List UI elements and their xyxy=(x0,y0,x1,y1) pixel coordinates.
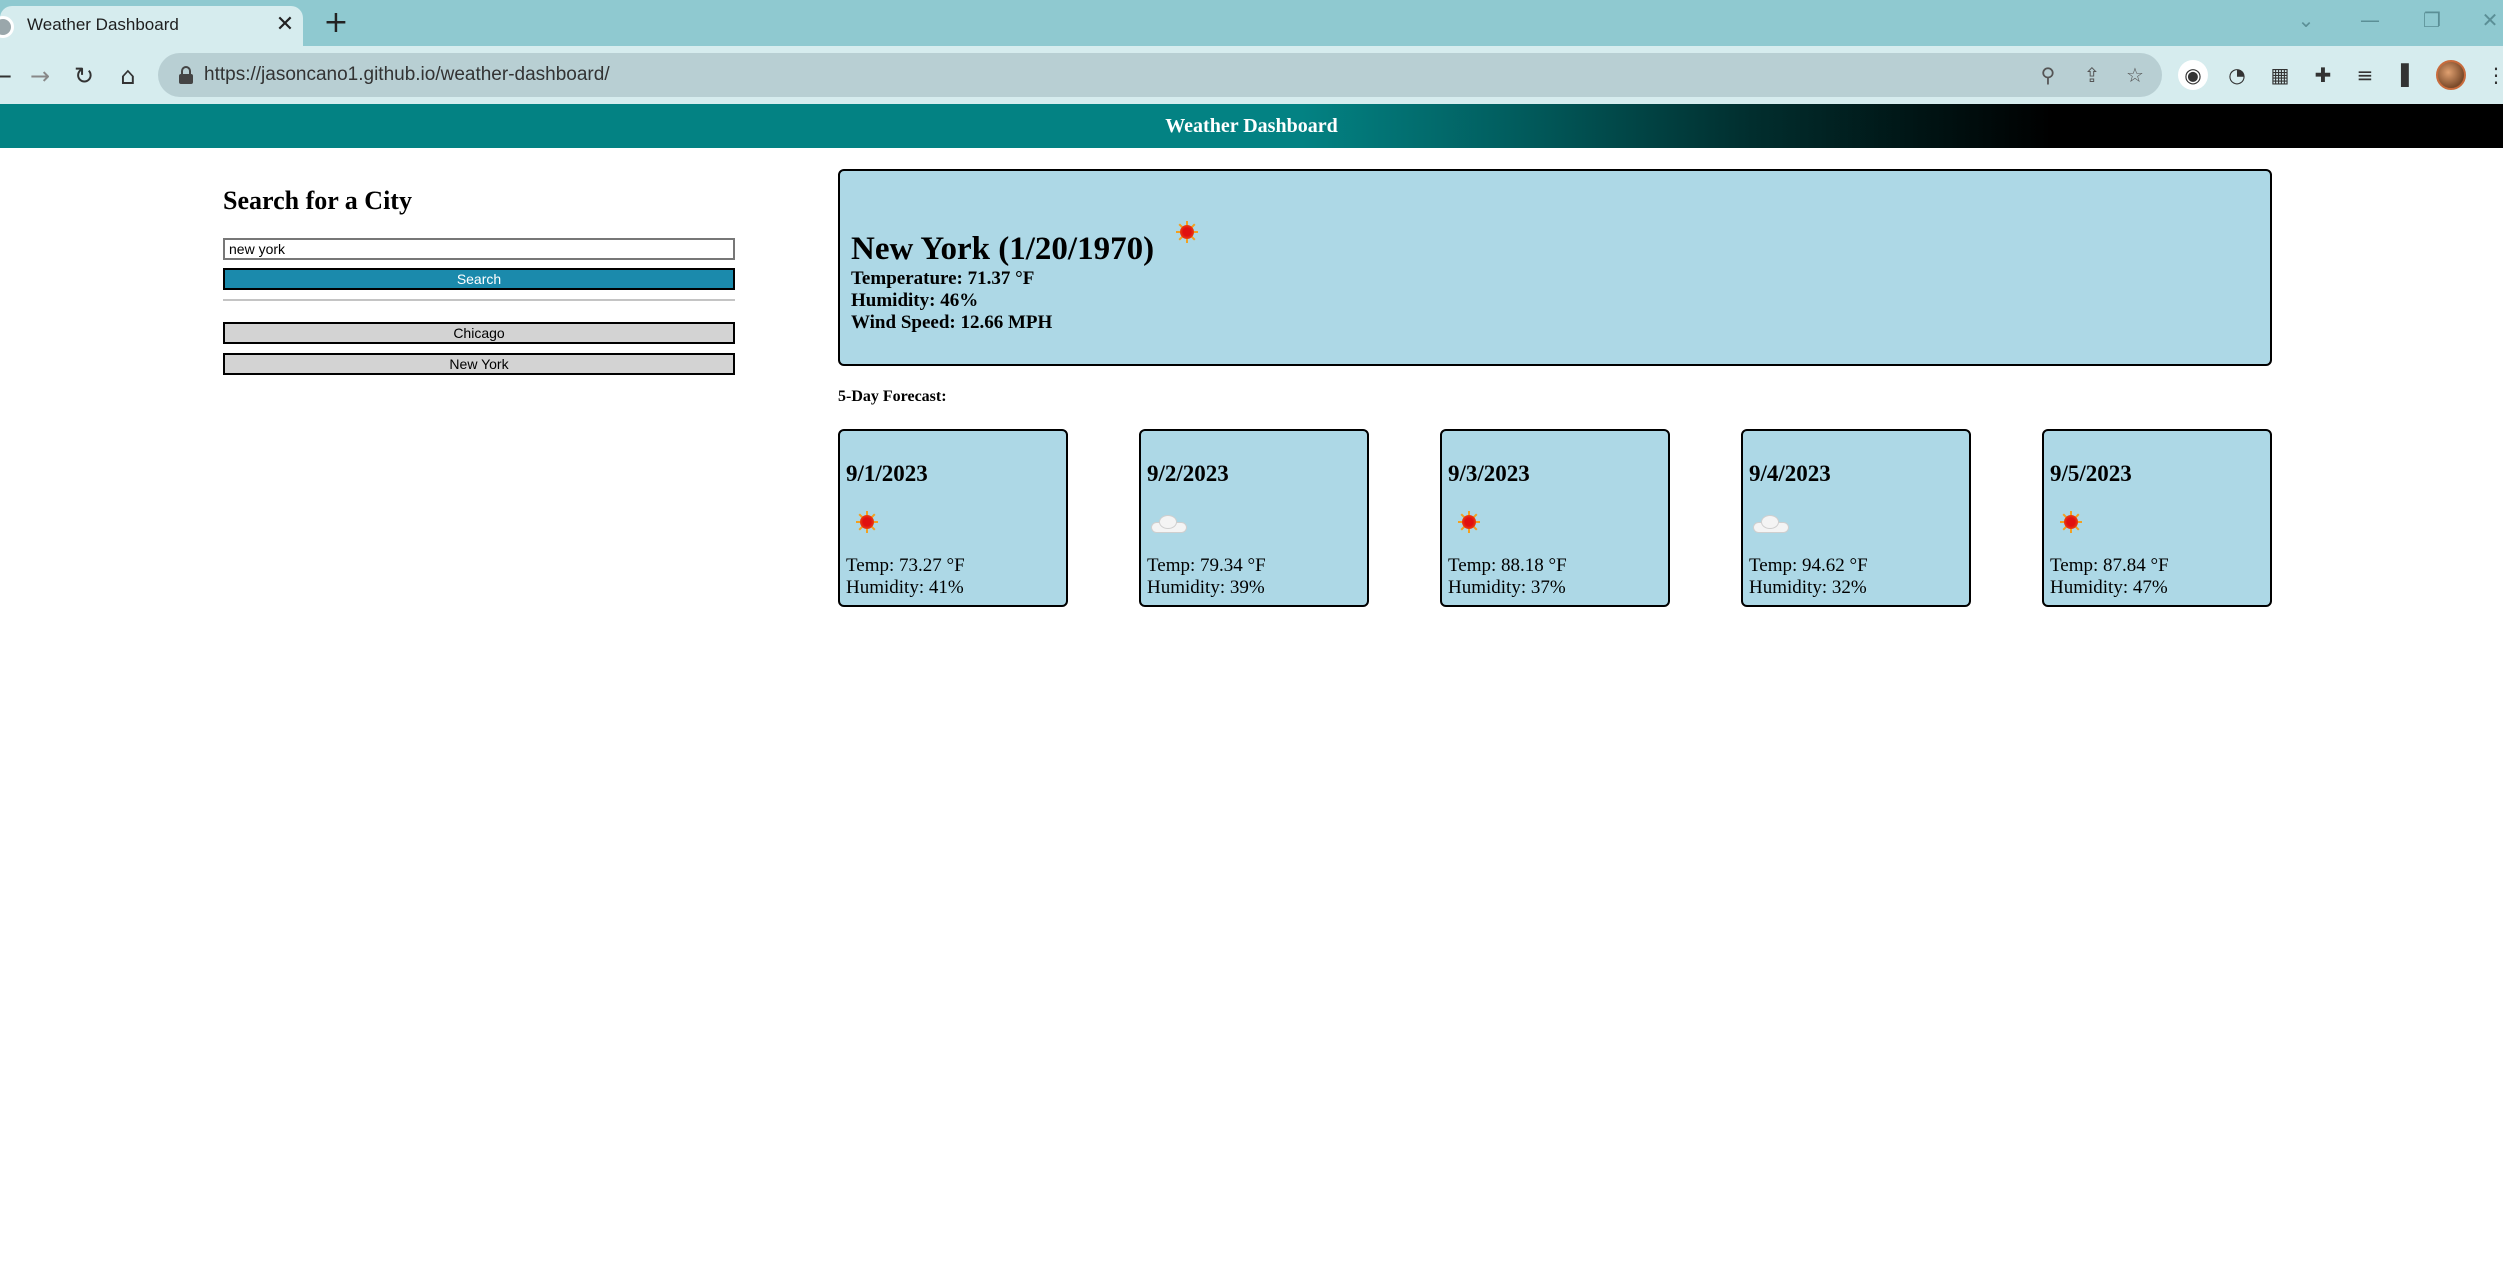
forecast-humidity: Humidity: 37% xyxy=(1448,577,1566,598)
forecast-card: 9/5/2023 Temp: 87.84 °F Humidity: 47% xyxy=(2042,429,2272,607)
browser-tabstrip: Weather Dashboard ✕ + ⌄ — ❐ ✕ xyxy=(0,0,2503,46)
zoom-icon[interactable]: ⚲ xyxy=(2034,61,2062,89)
forecast-temp: Temp: 73.27 °F xyxy=(846,555,965,576)
forecast-card: 9/4/2023 Temp: 94.62 °F Humidity: 32% xyxy=(1741,429,1971,607)
browser-tab[interactable]: Weather Dashboard ✕ xyxy=(0,6,303,46)
page-title: Weather Dashboard xyxy=(1165,115,1338,137)
avatar[interactable] xyxy=(2436,60,2466,90)
forecast-temp: Temp: 88.18 °F xyxy=(1448,555,1567,576)
sun-icon xyxy=(856,511,878,533)
forecast-date: 9/5/2023 xyxy=(2050,461,2132,486)
url-text[interactable]: https://jasoncano1.github.io/weather-das… xyxy=(204,64,610,86)
tab-title: Weather Dashboard xyxy=(27,15,179,34)
extension-calculator-icon[interactable]: ▦ xyxy=(2265,60,2295,90)
forecast-date: 9/3/2023 xyxy=(1448,461,1530,486)
close-tab-icon[interactable]: ✕ xyxy=(272,12,298,38)
address-bar[interactable]: https://jasoncano1.github.io/weather-das… xyxy=(158,53,2162,97)
cloud-icon xyxy=(1151,515,1187,533)
current-humidity: Humidity: 46% xyxy=(851,290,979,311)
forecast-card: 9/3/2023 Temp: 88.18 °F Humidity: 37% xyxy=(1440,429,1670,607)
sun-icon xyxy=(2060,511,2082,533)
history-button-chicago[interactable]: Chicago xyxy=(223,322,735,344)
current-wind-speed: Wind Speed: 12.66 MPH xyxy=(851,312,1053,333)
extension-headset-icon[interactable]: ◔ xyxy=(2222,60,2252,90)
forecast-humidity: Humidity: 47% xyxy=(2050,577,2168,598)
share-icon[interactable]: ⇪ xyxy=(2078,61,2106,89)
extensions-puzzle-icon[interactable]: ✚ xyxy=(2308,60,2338,90)
forecast-humidity: Humidity: 41% xyxy=(846,577,964,598)
forecast-humidity: Humidity: 39% xyxy=(1147,577,1265,598)
back-icon[interactable]: ← xyxy=(0,60,18,92)
forecast-heading: 5-Day Forecast: xyxy=(838,388,947,405)
forecast-date: 9/1/2023 xyxy=(846,461,928,486)
page-header: Weather Dashboard xyxy=(0,104,2503,148)
home-icon[interactable]: ⌂ xyxy=(112,60,144,92)
current-temperature: Temperature: 71.37 °F xyxy=(851,268,1035,289)
current-weather-card: New York (1/20/1970) Temperature: 71.37 … xyxy=(838,169,2272,366)
forecast-card: 9/1/2023 Temp: 73.27 °F Humidity: 41% xyxy=(838,429,1068,607)
restore-icon[interactable]: ❐ xyxy=(2412,4,2452,36)
current-city-title: New York (1/20/1970) xyxy=(851,231,1155,267)
forward-icon[interactable]: → xyxy=(24,60,56,92)
media-queue-icon[interactable]: ≡ xyxy=(2350,60,2380,90)
sun-icon xyxy=(1176,221,1198,243)
sun-icon xyxy=(1458,511,1480,533)
forecast-temp: Temp: 94.62 °F xyxy=(1749,555,1868,576)
browser-toolbar: ← → ↻ ⌂ https://jasoncano1.github.io/wea… xyxy=(0,46,2503,104)
forecast-temp: Temp: 79.34 °F xyxy=(1147,555,1266,576)
search-sidebar: Search for a City new york Search Chicag… xyxy=(223,180,735,375)
extension-bulb-icon[interactable]: ◉ xyxy=(2178,60,2208,90)
forecast-humidity: Humidity: 32% xyxy=(1749,577,1867,598)
city-search-input[interactable]: new york xyxy=(223,238,735,260)
close-window-icon[interactable]: ✕ xyxy=(2470,4,2503,36)
search-button[interactable]: Search xyxy=(223,268,735,290)
forecast-date: 9/4/2023 xyxy=(1749,461,1831,486)
lock-icon[interactable] xyxy=(178,66,194,84)
tab-search-icon[interactable]: ⌄ xyxy=(2286,4,2326,36)
side-panel-icon[interactable]: ▌ xyxy=(2394,60,2424,90)
history-button-new-york[interactable]: New York xyxy=(223,353,735,375)
cloud-icon xyxy=(1753,515,1789,533)
globe-icon xyxy=(0,16,14,38)
forecast-date: 9/2/2023 xyxy=(1147,461,1229,486)
menu-kebab-icon[interactable]: ⋮ xyxy=(2486,60,2503,90)
forecast-card: 9/2/2023 Temp: 79.34 °F Humidity: 39% xyxy=(1139,429,1369,607)
bookmark-star-icon[interactable]: ☆ xyxy=(2121,61,2149,89)
forecast-temp: Temp: 87.84 °F xyxy=(2050,555,2169,576)
minimize-icon[interactable]: — xyxy=(2350,4,2390,36)
new-tab-icon[interactable]: + xyxy=(320,8,352,40)
reload-icon[interactable]: ↻ xyxy=(68,60,100,92)
search-heading: Search for a City xyxy=(223,186,412,215)
divider xyxy=(223,299,735,301)
